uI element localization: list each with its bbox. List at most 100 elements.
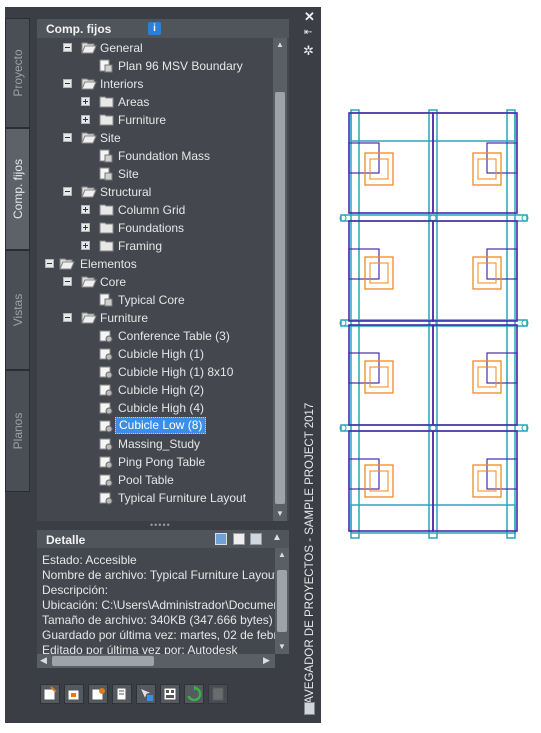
scroll-down-icon[interactable]: ▼: [276, 509, 284, 518]
cubicle-divider: [486, 248, 518, 280]
info-icon[interactable]: i: [148, 22, 161, 35]
collapse-icon[interactable]: [63, 43, 72, 52]
scroll-left-icon[interactable]: ◀: [40, 655, 47, 666]
detail-hscrollbar[interactable]: ◀ ▶: [37, 654, 275, 668]
expand-icon[interactable]: [81, 223, 90, 232]
collapse-detail-icon[interactable]: ▲: [272, 532, 282, 543]
attach-icon[interactable]: [136, 684, 156, 704]
detail-line: Nombre de archivo: Typical Furniture Lay…: [42, 568, 275, 582]
element-icon: [99, 491, 113, 510]
cubicle-right: [432, 324, 518, 426]
cubicle-right: [432, 220, 518, 322]
expand-icon[interactable]: [81, 205, 90, 214]
tab-planos[interactable]: Planos: [5, 370, 30, 492]
detail-line: Editado por última vez por: Autodesk: [42, 643, 238, 654]
tree-item[interactable]: Column Grid: [37, 201, 273, 219]
tree-item-label: Conference Table (3): [118, 329, 230, 343]
tree-item[interactable]: Typical Core: [37, 291, 273, 309]
settings-icon[interactable]: ✲: [303, 43, 314, 59]
tree-item[interactable]: Cubicle High (4): [37, 399, 273, 417]
tree-item[interactable]: Furniture: [37, 111, 273, 129]
drawing-preview: [339, 109, 529, 539]
tab-proyecto[interactable]: Proyecto: [5, 18, 30, 128]
tree-item[interactable]: Foundation Mass: [37, 147, 273, 165]
tree-item[interactable]: Foundations: [37, 219, 273, 237]
new-element-icon[interactable]: [40, 684, 60, 704]
tree-item-label: Cubicle Low (8): [115, 417, 207, 434]
disabled-tool-icon: [208, 684, 228, 704]
detail-view-icon[interactable]: [215, 533, 227, 545]
tree-item-label: Cubicle High (1) 8x10: [118, 365, 234, 379]
properties-small-icon[interactable]: [304, 702, 315, 715]
tab-vistas[interactable]: Vistas: [5, 250, 30, 370]
cubicle-divider: [348, 248, 380, 280]
expand-icon[interactable]: [81, 97, 90, 106]
tree-item[interactable]: Framing: [37, 237, 273, 255]
band: [340, 214, 528, 222]
tree-item[interactable]: Cubicle High (2): [37, 381, 273, 399]
detail-scroll-up-icon[interactable]: ▲: [278, 550, 286, 559]
collapse-icon[interactable]: [63, 277, 72, 286]
detail-vscrollbar[interactable]: ▲ ▼: [275, 548, 289, 654]
comp-fijos-header: Comp. fijos i: [37, 19, 289, 38]
properties-icon[interactable]: [160, 684, 180, 704]
refresh-icon[interactable]: [184, 684, 204, 704]
detail-scroll-thumb[interactable]: [277, 570, 287, 632]
scroll-up-icon[interactable]: ▲: [276, 40, 284, 49]
tree-item-label: Site: [100, 131, 121, 145]
tree-item-label: Core: [100, 275, 127, 289]
tree-item[interactable]: Plan 96 MSV Boundary: [37, 57, 273, 75]
cubicle-right: [432, 430, 518, 532]
tree-item[interactable]: Conference Table (3): [37, 327, 273, 345]
copy-icon[interactable]: [112, 684, 132, 704]
tree-item[interactable]: Pool Table: [37, 471, 273, 489]
collapse-icon[interactable]: [63, 79, 72, 88]
tree-item[interactable]: General: [37, 39, 273, 57]
tab-comp-fijos[interactable]: Comp. fijos: [5, 128, 30, 250]
collapse-icon[interactable]: [63, 313, 72, 322]
tree-item[interactable]: Site: [37, 129, 273, 147]
preview-icon[interactable]: [233, 533, 245, 545]
tree-item[interactable]: Cubicle Low (8): [37, 417, 273, 435]
band: [340, 424, 528, 432]
add-element-icon[interactable]: [88, 684, 108, 704]
tree-item[interactable]: Areas: [37, 93, 273, 111]
tree-scrollbar[interactable]: ▲ ▼: [273, 38, 287, 521]
tree-item[interactable]: Elementos: [37, 255, 273, 273]
tab-proyecto-label: Proyecto: [10, 49, 25, 97]
tree-item[interactable]: Furniture: [37, 309, 273, 327]
tree-item[interactable]: Typical Furniture Layout: [37, 489, 273, 507]
tree-item[interactable]: Ping Pong Table: [37, 453, 273, 471]
cubicle-divider: [486, 352, 518, 384]
new-from-template-icon[interactable]: [64, 684, 84, 704]
detail-scroll-down-icon[interactable]: ▼: [278, 642, 286, 651]
tree-item[interactable]: Interiors: [37, 75, 273, 93]
tree-item-label: Areas: [118, 95, 150, 109]
tree-scroll-thumb[interactable]: [275, 92, 285, 504]
close-icon[interactable]: ✕: [304, 9, 315, 25]
splitter-grip-icon[interactable]: •••••: [150, 520, 171, 530]
tree-item[interactable]: Cubicle High (1): [37, 345, 273, 363]
tree-item[interactable]: Site: [37, 165, 273, 183]
collapse-icon[interactable]: [45, 259, 54, 268]
tree-item-label: Ping Pong Table: [118, 455, 206, 469]
tree-item-label: Furniture: [118, 113, 167, 127]
tree-item[interactable]: Core: [37, 273, 273, 291]
detail-panel: Estado: Accesible Nombre de archivo: Typi…: [37, 548, 275, 654]
tree-item[interactable]: Massing_Study: [37, 435, 273, 453]
palette-title: Comp. fijos: [46, 22, 112, 36]
tree-item-label: Structural: [100, 185, 152, 199]
tree-item-label: Cubicle High (2): [118, 383, 205, 397]
tree-item-label: Cubicle High (4): [118, 401, 205, 415]
collapse-icon[interactable]: [63, 187, 72, 196]
tree-item-label: Typical Furniture Layout: [118, 491, 247, 505]
collapse-icon[interactable]: [63, 133, 72, 142]
scroll-right-icon[interactable]: ▶: [263, 655, 270, 666]
detail-hscroll-thumb[interactable]: [52, 656, 154, 666]
auto-hide-icon[interactable]: ⇤: [304, 27, 312, 38]
tree-item[interactable]: Cubicle High (1) 8x10: [37, 363, 273, 381]
expand-icon[interactable]: [81, 115, 90, 124]
detail-options-icon[interactable]: [250, 533, 262, 545]
tree-item[interactable]: Structural: [37, 183, 273, 201]
expand-icon[interactable]: [81, 241, 90, 250]
